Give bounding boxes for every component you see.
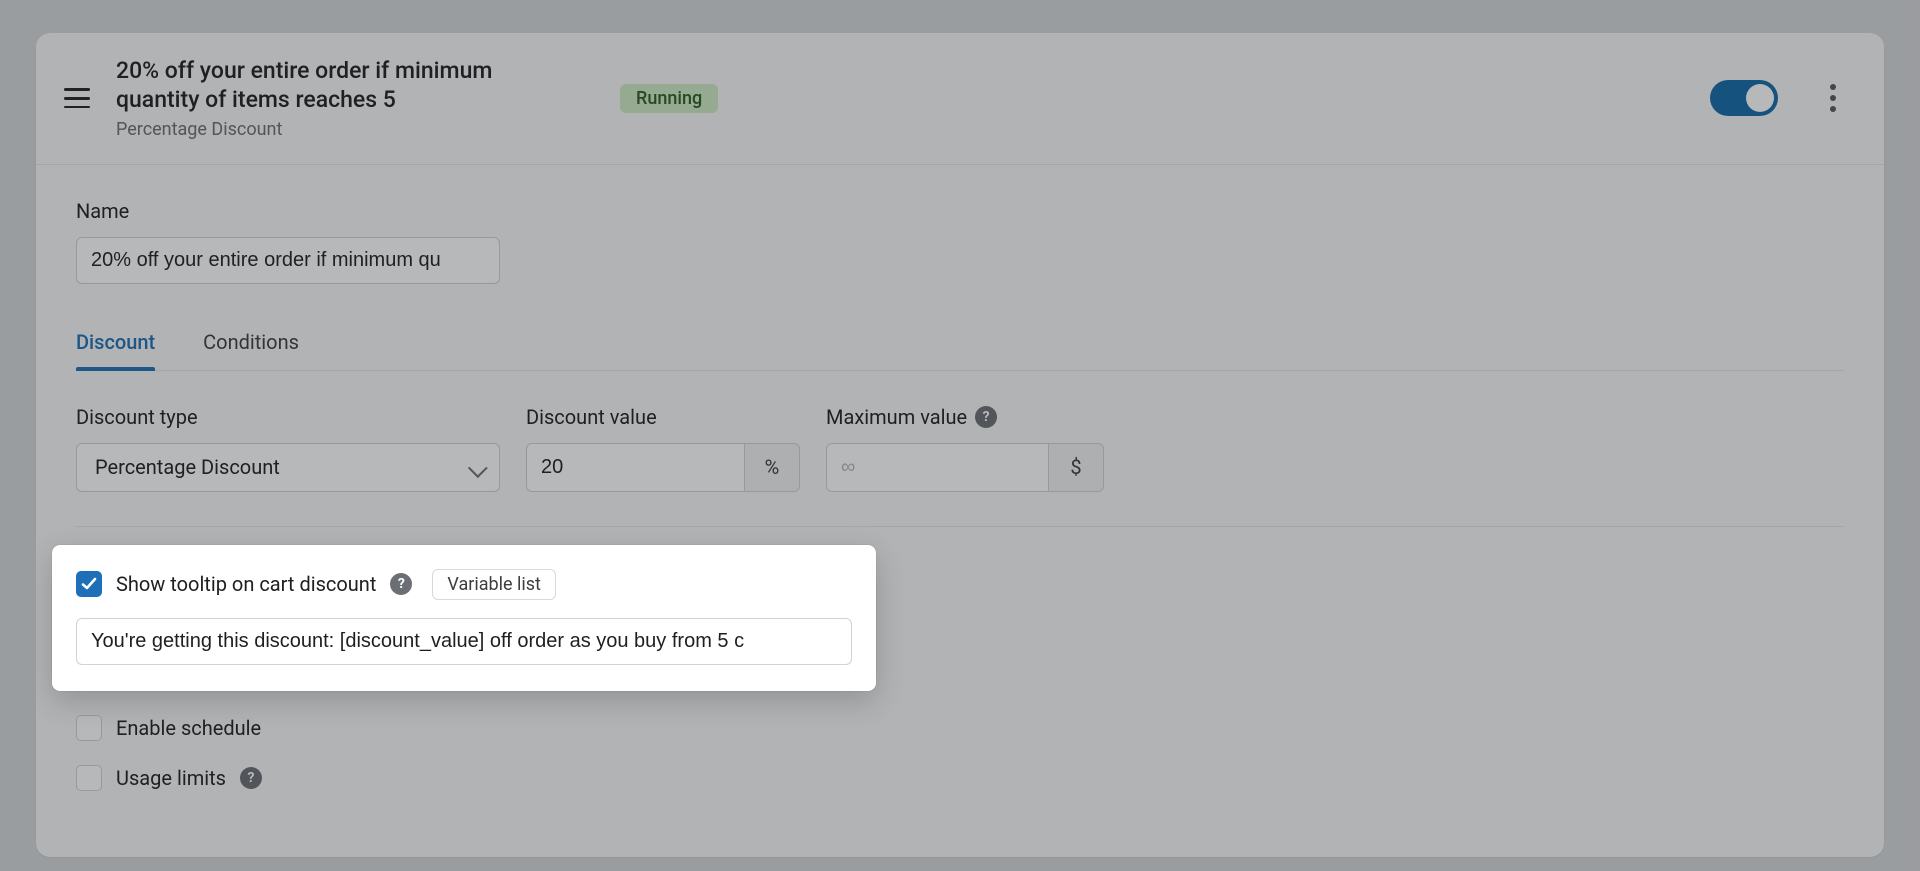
title-block: 20% off your entire order if minimum qua… xyxy=(116,57,546,140)
usage-limits-checkbox[interactable] xyxy=(76,765,102,791)
discount-value-input[interactable] xyxy=(526,443,744,492)
discount-editor-panel: 20% off your entire order if minimum qua… xyxy=(36,33,1884,857)
name-input[interactable] xyxy=(76,237,500,284)
more-options-icon[interactable] xyxy=(1822,84,1844,112)
usage-limits-row: Usage limits ? xyxy=(76,765,1844,791)
tabs: Discount Conditions xyxy=(76,330,1844,371)
maximum-value-suffix: $ xyxy=(1048,443,1104,492)
tooltip-text-input[interactable] xyxy=(76,618,852,665)
discount-type-label: Discount type xyxy=(76,405,500,429)
tab-discount[interactable]: Discount xyxy=(76,330,155,370)
panel-body: Name Discount Conditions Discount type P… xyxy=(36,165,1884,791)
enable-schedule-row: Enable schedule xyxy=(76,715,1844,741)
enable-schedule-label: Enable schedule xyxy=(116,716,261,740)
discount-value-suffix: % xyxy=(744,443,800,492)
divider xyxy=(76,526,1844,527)
maximum-value-label: Maximum value ? xyxy=(826,405,1104,429)
discount-value-label: Discount value xyxy=(526,405,800,429)
check-icon xyxy=(81,576,97,592)
help-icon[interactable]: ? xyxy=(390,573,412,595)
help-icon[interactable]: ? xyxy=(240,767,262,789)
discount-fields-row: Discount type Percentage Discount Discou… xyxy=(76,405,1844,492)
panel-header: 20% off your entire order if minimum qua… xyxy=(36,33,1884,165)
discount-type-select[interactable]: Percentage Discount xyxy=(76,443,500,492)
usage-limits-label: Usage limits xyxy=(116,766,226,790)
maximum-value-input[interactable] xyxy=(826,443,1048,492)
tab-conditions[interactable]: Conditions xyxy=(203,330,299,370)
menu-icon[interactable] xyxy=(64,88,90,108)
variable-list-button[interactable]: Variable list xyxy=(432,569,556,600)
tooltip-config-card: Show tooltip on cart discount ? Variable… xyxy=(52,545,876,691)
status-badge: Running xyxy=(620,84,718,113)
name-label: Name xyxy=(76,199,1844,223)
discount-title: 20% off your entire order if minimum qua… xyxy=(116,57,546,115)
enable-schedule-checkbox[interactable] xyxy=(76,715,102,741)
show-tooltip-checkbox[interactable] xyxy=(76,571,102,597)
enable-toggle[interactable] xyxy=(1710,80,1778,116)
show-tooltip-label: Show tooltip on cart discount xyxy=(116,572,376,596)
discount-subtitle: Percentage Discount xyxy=(116,119,546,140)
maximum-value-label-text: Maximum value xyxy=(826,405,967,429)
help-icon[interactable]: ? xyxy=(975,406,997,428)
